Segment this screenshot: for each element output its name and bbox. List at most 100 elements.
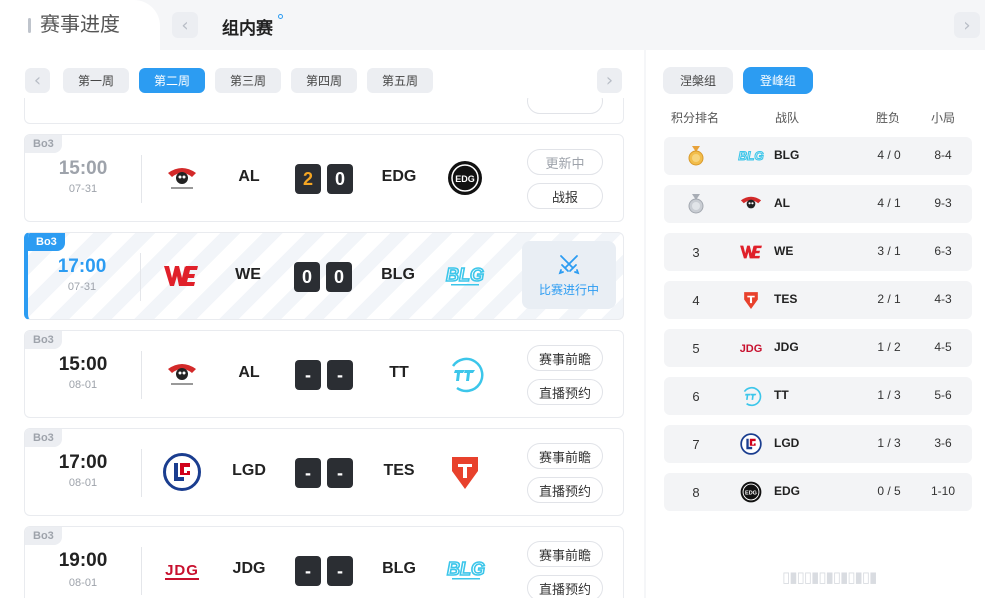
match-date: 07-31	[67, 281, 97, 293]
score-b: 0	[326, 262, 352, 292]
tab-week-5[interactable]: 第五周	[367, 68, 433, 93]
crossed-swords-icon	[558, 255, 580, 275]
header-prev-arrow-icon[interactable]: ‹	[172, 12, 198, 38]
edg-logo-icon: EDG	[736, 480, 766, 504]
edg-logo-icon: EDG	[444, 157, 486, 199]
team-a-name: AL	[238, 168, 260, 185]
svg-text:BLG: BLG	[738, 149, 763, 163]
tab-week-3[interactable]: 第三周	[215, 68, 281, 93]
svg-text:BLG: BLG	[446, 265, 484, 285]
header-title-tab: 赛事进度	[0, 0, 160, 50]
match-card: Bo3 19:00 08-01 JDG JDG - - BLG BLG 赛事前瞻…	[24, 526, 624, 598]
bo-badge: Bo3	[25, 429, 62, 447]
week-next-arrow-icon[interactable]: ›	[597, 68, 622, 93]
match-date: 08-01	[68, 577, 98, 589]
week-prev-arrow-icon[interactable]: ‹	[25, 68, 50, 93]
we-logo-icon	[160, 255, 202, 297]
tab-week-2[interactable]: 第二周	[139, 68, 205, 93]
score-a: -	[295, 458, 321, 488]
match-card-partial	[24, 98, 624, 124]
rank-number: 6	[692, 388, 700, 404]
preview-button[interactable]: 赛事前瞻	[527, 345, 603, 371]
match-time: 17:00	[58, 452, 108, 473]
game-score: 8-4	[934, 148, 952, 162]
blg-logo-icon: BLG	[441, 549, 491, 591]
tab-week-1[interactable]: 第一周	[63, 68, 129, 93]
bo-badge: Bo3	[25, 331, 62, 349]
standings-row[interactable]: 6 TT 1 / 3 5-6	[664, 377, 972, 415]
game-score: 3-6	[934, 436, 952, 450]
gold-medal-icon	[682, 137, 710, 175]
live-reminder-button[interactable]: 直播预约	[527, 575, 603, 598]
team-name: WE	[774, 244, 794, 258]
rank-number: 7	[692, 436, 700, 452]
match-date: 08-01	[68, 379, 98, 391]
divider	[141, 155, 142, 203]
header-next-arrow-icon[interactable]: ›	[954, 12, 980, 38]
win-loss: 4 / 1	[877, 196, 901, 210]
stage-title: 组内赛	[222, 19, 273, 38]
win-loss: 1 / 3	[877, 388, 901, 402]
team-b-name: EDG	[381, 168, 417, 185]
col-header-team: 战队	[775, 111, 800, 125]
tt-logo-icon	[444, 353, 486, 395]
standings-row[interactable]: 3 WE 3 / 1 6-3	[664, 233, 972, 271]
team-b-name: TES	[383, 462, 415, 479]
bo-badge: Bo3	[28, 233, 65, 251]
tab-group-summit[interactable]: 登峰组	[743, 67, 813, 94]
team-name: LGD	[774, 436, 800, 450]
win-loss: 1 / 2	[877, 340, 901, 354]
preview-button[interactable]: 赛事前瞻	[527, 541, 603, 567]
info-dot-icon	[278, 14, 283, 19]
team-name: JDG	[774, 340, 799, 354]
standings-row[interactable]: AL 4 / 1 9-3	[664, 185, 972, 223]
team-name: EDG	[774, 484, 801, 498]
standings-row[interactable]: BLG BLG 4 / 0 8-4	[664, 137, 972, 175]
svg-text:JDG: JDG	[165, 562, 199, 579]
tab-group-nirvana[interactable]: 涅槃组	[663, 67, 733, 94]
standings-row[interactable]: 5 JDG JDG 1 / 2 4-5	[664, 329, 972, 367]
standings-row[interactable]: 4 TES 2 / 1 4-3	[664, 281, 972, 319]
tes-logo-icon	[444, 451, 486, 493]
bo-badge: Bo3	[25, 527, 62, 545]
score-b: 0	[327, 164, 353, 194]
match-time: 17:00	[57, 256, 107, 277]
score-a: 2	[295, 164, 321, 194]
game-score: 5-6	[934, 388, 952, 402]
match-card: Bo3 17:00 08-01 LGD - - TES 赛事前瞻 直播预约	[24, 428, 624, 516]
svg-text:EDG: EDG	[745, 490, 757, 496]
report-button[interactable]: 战报	[527, 183, 603, 209]
standings-row[interactable]: 8 EDG EDG 0 / 5 1-10	[664, 473, 972, 511]
updating-button[interactable]: 更新中	[527, 149, 603, 175]
live-status-button[interactable]: 比赛进行中	[522, 241, 616, 309]
preview-button[interactable]: 赛事前瞻	[527, 443, 603, 469]
match-button-partial[interactable]	[527, 98, 603, 114]
jdg-logo-icon: JDG	[736, 336, 766, 360]
team-name: BLG	[774, 148, 800, 162]
tt-logo-icon	[736, 384, 766, 408]
game-score: 1-10	[930, 484, 956, 498]
live-reminder-button[interactable]: 直播预约	[527, 477, 603, 503]
divider	[141, 449, 142, 497]
divider	[141, 351, 142, 399]
score-a: 0	[294, 262, 320, 292]
game-score: 4-5	[934, 340, 952, 354]
lgd-logo-icon	[161, 451, 203, 493]
divider	[140, 253, 141, 301]
match-time: 19:00	[58, 550, 108, 571]
team-name: TES	[774, 292, 798, 306]
live-reminder-button[interactable]: 直播预约	[527, 379, 603, 405]
page: 赛事进度 ‹ 组内赛 › ‹ 第一周 第二周 第三周 第四周 第五周 › Bo3…	[0, 0, 985, 598]
team-b-name: BLG	[381, 266, 415, 283]
team-a-name: LGD	[232, 462, 266, 479]
team-b-name: TT	[389, 364, 409, 381]
standings-row[interactable]: 7 LGD 1 / 3 3-6	[664, 425, 972, 463]
blg-logo-icon: BLG	[440, 255, 490, 297]
game-score: 6-3	[934, 244, 952, 258]
svg-text:EDG: EDG	[455, 174, 475, 184]
divider	[141, 547, 142, 595]
lgd-logo-icon	[736, 432, 766, 456]
game-score: 4-3	[934, 292, 952, 306]
rank-number: 5	[692, 340, 700, 356]
tab-week-4[interactable]: 第四周	[291, 68, 357, 93]
